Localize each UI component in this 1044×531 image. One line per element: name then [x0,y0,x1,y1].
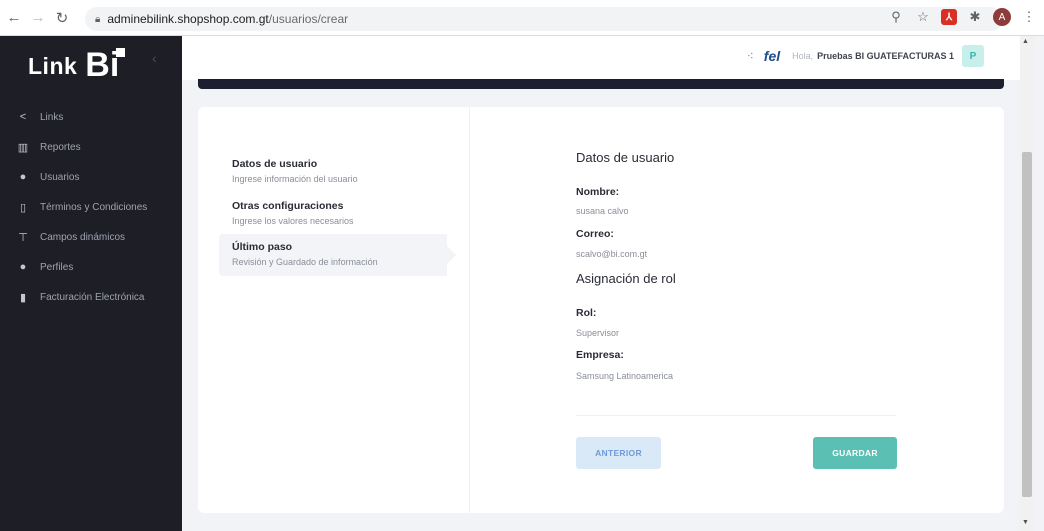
role-section-title: Asignación de rol [576,271,676,286]
previous-button[interactable]: ANTERIOR [576,437,661,469]
step-datos-usuario[interactable]: Datos de usuario Ingrese información del… [219,151,447,193]
sidebar-item-perfiles[interactable]: ● Perfiles [0,252,182,282]
nombre-value: susana calvo [576,206,629,216]
app-logo[interactable]: Link Bi [28,48,126,82]
diamonds-icon: ⁖ [746,49,754,63]
browser-toolbar: ← → ↻ 🔒︎ adminebilink.shopshop.com.gt/us… [0,0,1044,36]
sidebar-item-reportes[interactable]: ▥ Reportes [0,132,182,162]
scroll-up-icon[interactable]: ▲ [1022,38,1029,45]
user-info: ⁖ fel Hola, Pruebas BI GUATEFACTURAS 1 P [747,45,984,67]
pdf-extension-icon[interactable]: ⅄ [941,9,957,25]
lock-icon: 🔒︎ [95,13,101,25]
user-section-title: Datos de usuario [576,150,675,165]
sidebar-item-usuarios[interactable]: ● Usuarios [0,162,182,192]
sidebar-item-label: Facturación Electrónica [40,291,145,303]
document-icon: ▯ [19,201,27,214]
top-header: ⁖ fel Hola, Pruebas BI GUATEFACTURAS 1 P [182,36,1020,80]
text-height-icon: ⊤ [18,231,28,244]
nombre-label: Nombre: [576,186,620,198]
step-description: Revisión y Guardado de información [232,257,378,267]
empresa-label: Empresa: [576,349,624,361]
fel-logo: ⁖ fel [746,48,781,64]
logo-link-text: Link [28,53,78,79]
step-description: Ingrese información del usuario [232,174,358,184]
step-ultimo-paso[interactable]: Último paso Revisión y Guardado de infor… [219,234,456,276]
puzzle-icon[interactable]: ✱ [966,8,984,26]
sidebar-item-label: Perfiles [40,261,74,273]
reload-icon[interactable]: ↻ [52,8,72,28]
step-otras-configuraciones[interactable]: Otras configuraciones Ingrese los valore… [219,193,447,235]
sidebar-menu: < Links ▥ Reportes ● Usuarios ▯ Términos y C… [0,102,182,312]
scrollbar-thumb[interactable] [1022,152,1032,497]
profile-avatar-icon[interactable]: A [993,8,1011,26]
forward-arrow-icon[interactable]: → [28,8,48,28]
zoom-icon[interactable]: ⚲ [887,8,905,26]
step-title: Datos de usuario [232,158,318,170]
logo-bi-text: Bi [85,48,126,82]
step-title: Último paso [232,241,293,253]
sidebar-item-facturacion[interactable]: ▮ Facturación Electrónica [0,282,182,312]
sidebar-item-label: Reportes [40,141,81,153]
user-avatar[interactable]: P [962,45,984,67]
star-icon[interactable]: ☆ [914,8,932,26]
collapse-sidebar-icon[interactable]: ‹ [152,50,157,66]
url-path: /usuarios/crear [268,12,349,26]
save-button[interactable]: GUARDAR [813,437,897,469]
scroll-down-icon[interactable]: ▼ [1022,519,1029,526]
sidebar: Link Bi ‹ < Links ▥ Reportes ● Usuarios ▯ Té… [0,36,182,531]
empresa-value: Samsung Latinoamerica [576,371,674,381]
sidebar-item-label: Términos y Condiciones [40,201,148,213]
address-bar[interactable]: 🔒︎ adminebilink.shopshop.com.gt/usuarios… [85,7,1003,31]
step-title: Otras configuraciones [232,200,344,212]
file-invoice-icon: ▮ [19,291,27,304]
share-icon: < [19,111,27,123]
step-description: Ingrese los valores necesarios [232,216,354,226]
sidebar-item-label: Links [40,111,64,123]
sidebar-item-label: Usuarios [40,171,80,183]
kebab-menu-icon[interactable]: ⋮ [1020,8,1038,26]
sidebar-item-terminos[interactable]: ▯ Términos y Condiciones [0,192,182,222]
sidebar-item-campos-dinamicos[interactable]: ⊤ Campos dinámicos [0,222,182,252]
rol-value: Supervisor [576,328,620,338]
correo-value: scalvo@bi.com.gt [576,249,648,259]
card-divider [469,107,470,513]
sidebar-item-label: Campos dinámicos [40,231,126,243]
bar-chart-icon: ▥ [17,141,29,154]
user-name: Pruebas BI GUATEFACTURAS 1 [817,51,954,61]
header-banner-strip [198,79,1004,89]
correo-label: Correo: [576,228,614,240]
users-icon: ● [19,171,27,183]
actions-divider [576,415,896,416]
greeting: Hola, [792,51,814,61]
rol-label: Rol: [576,307,597,319]
user-group-icon: ● [19,261,27,273]
sidebar-item-links[interactable]: < Links [0,102,182,132]
url-host: adminebilink.shopshop.com.gt [107,12,269,26]
wizard-card: Datos de usuario Ingrese información del… [198,107,1004,513]
back-arrow-icon[interactable]: ← [4,8,24,28]
